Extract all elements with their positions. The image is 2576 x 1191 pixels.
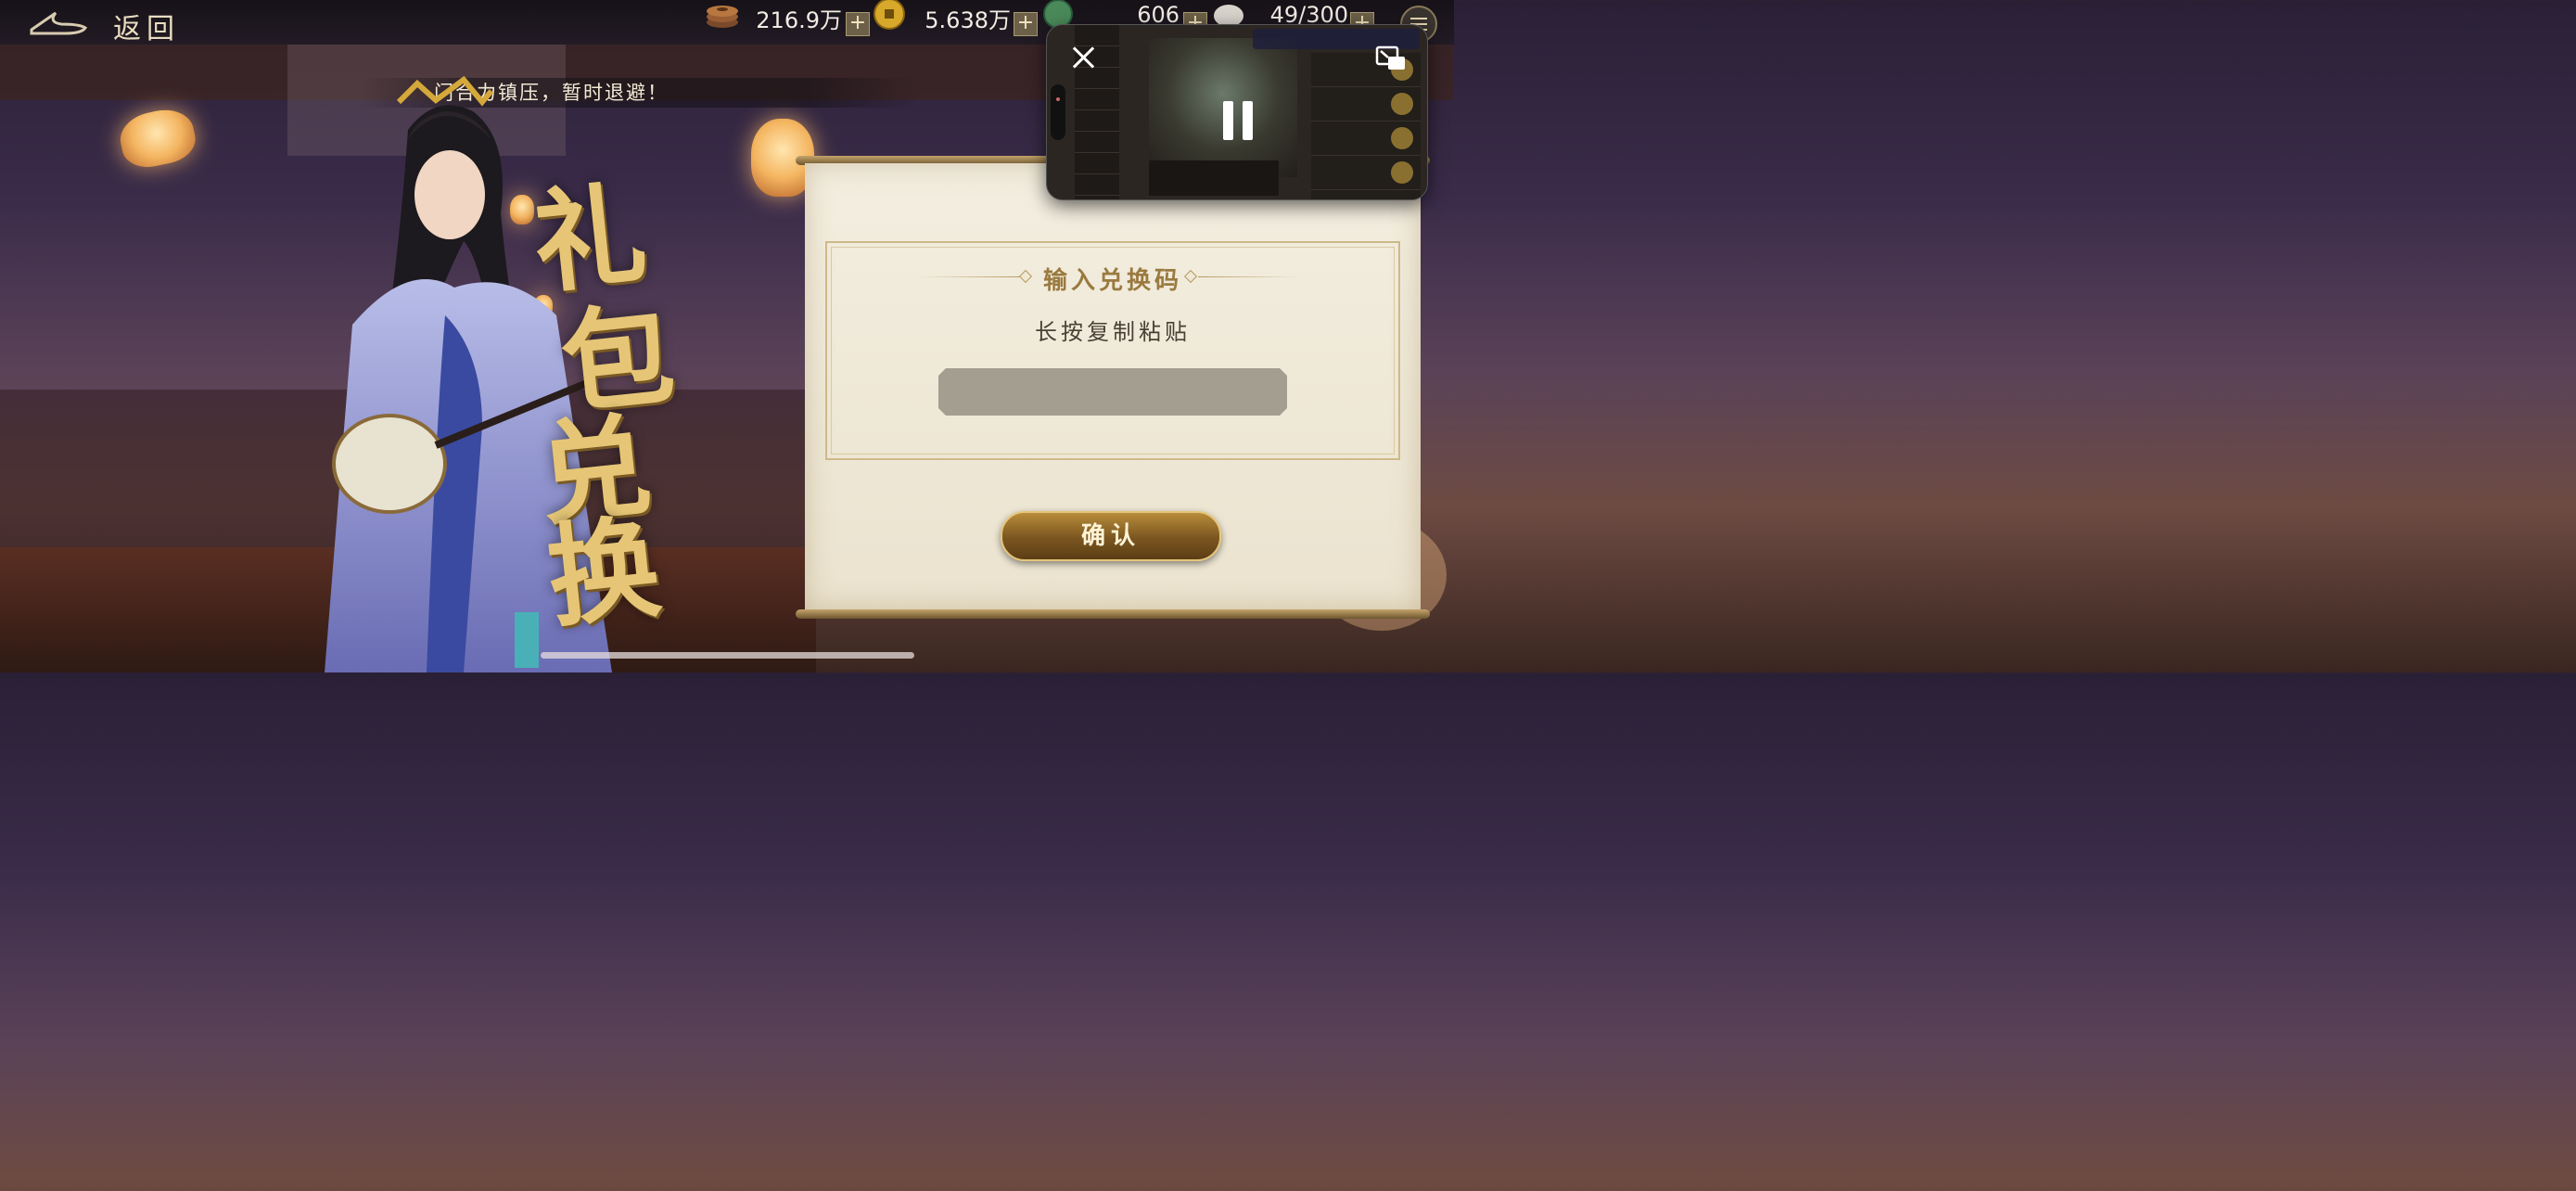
lantern <box>115 104 200 173</box>
pip-menu-row <box>1075 93 1119 110</box>
menu-icon-bar <box>1410 18 1427 19</box>
heading-divider-right <box>1198 276 1300 277</box>
copper-coins-icon <box>707 6 738 28</box>
pip-side-handle[interactable] <box>1051 84 1065 140</box>
add-copper-button[interactable]: + <box>846 12 870 36</box>
pip-reward-row <box>1311 122 1421 156</box>
scroll-rod-bottom <box>796 609 1430 619</box>
pause-bar <box>1243 101 1253 140</box>
home-indicator[interactable] <box>541 652 914 659</box>
pip-menu-row <box>1075 157 1119 174</box>
confirm-button[interactable]: 确认 <box>1001 511 1221 561</box>
gold-coin-icon <box>874 0 905 30</box>
title-char: 换 <box>542 502 667 644</box>
pip-video-window[interactable] <box>1046 24 1428 200</box>
heading-divider-left <box>918 276 1020 277</box>
pause-bar <box>1223 101 1233 140</box>
pip-reward-row <box>1311 156 1421 190</box>
pip-card-strip <box>1149 160 1279 196</box>
close-icon[interactable] <box>1069 44 1097 71</box>
back-arrow-icon[interactable] <box>28 9 89 35</box>
add-gold-button[interactable]: + <box>1014 12 1038 36</box>
pause-icon[interactable] <box>1223 101 1255 140</box>
copper-value: 216.9万 <box>756 7 842 33</box>
pip-menu-row <box>1075 114 1119 132</box>
redeem-heading: 输入兑换码 <box>1042 267 1182 295</box>
pip-reward-list <box>1311 53 1421 199</box>
back-button[interactable]: 返回 <box>113 6 180 46</box>
pip-menu-row <box>1075 135 1119 153</box>
exit-pip-icon[interactable] <box>1375 45 1407 73</box>
pip-menu-row <box>1075 71 1119 89</box>
pip-reward-row <box>1311 87 1421 122</box>
pip-menu-row <box>1075 178 1119 196</box>
redeem-code-input[interactable] <box>938 368 1287 416</box>
gold-value: 5.638万 <box>925 7 1011 33</box>
paste-hint: 长按复制粘贴 <box>1035 319 1191 345</box>
